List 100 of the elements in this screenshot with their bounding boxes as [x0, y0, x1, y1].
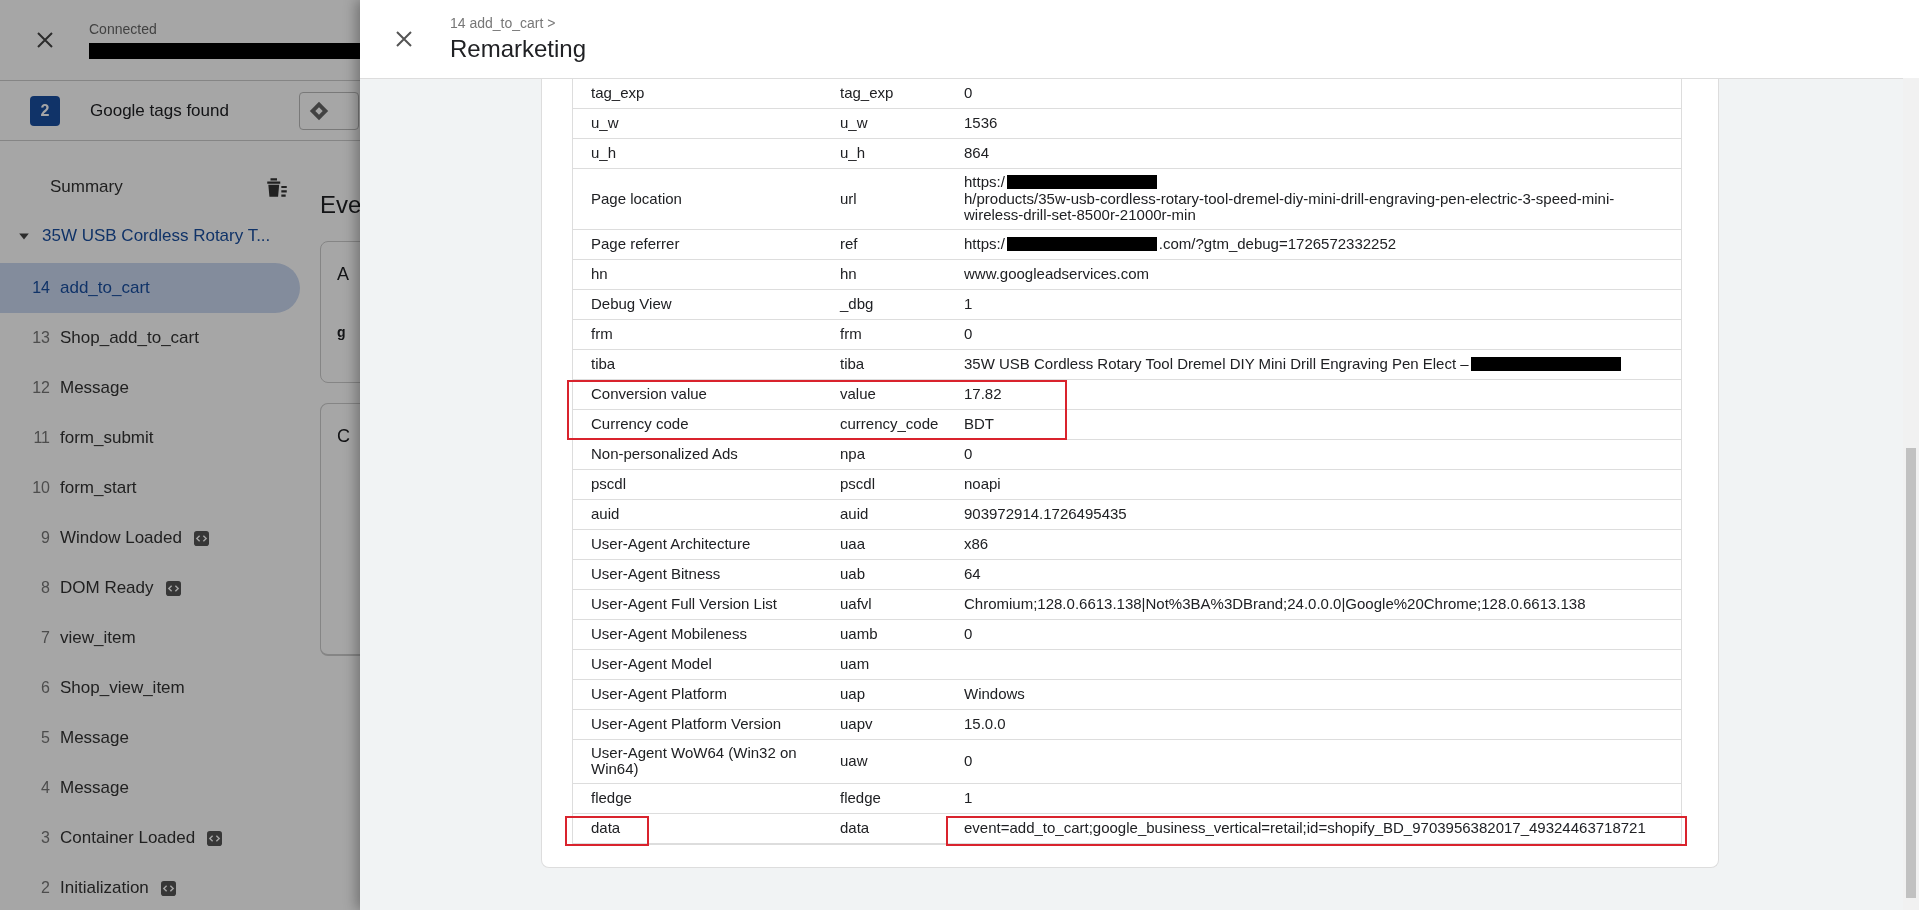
event-item[interactable]: 4 Message	[0, 763, 300, 813]
event-item[interactable]: 2 Initialization	[0, 863, 300, 910]
table-cell: fledge	[573, 783, 836, 814]
event-item[interactable]: 13 Shop_add_to_cart	[0, 313, 300, 363]
drawer-title: Remarketing	[450, 35, 587, 63]
tag-button[interactable]	[298, 91, 359, 130]
event-number: 11	[32, 429, 50, 447]
table-cell: currency_code	[836, 409, 956, 440]
table-cell: frm	[836, 319, 956, 350]
table-cell: auid	[573, 499, 836, 530]
table-cell: Page location	[573, 169, 836, 230]
table-cell: tiba	[836, 349, 956, 380]
table-cell: uam	[836, 649, 956, 680]
table-cell: 1	[956, 783, 1681, 814]
event-number: 10	[31, 479, 50, 497]
event-item[interactable]: 9 Window Loaded	[0, 513, 300, 563]
event-item[interactable]: 3 Container Loaded	[0, 813, 300, 863]
table-cell: tiba	[573, 349, 836, 380]
table-cell: Non-personalized Ads	[573, 439, 836, 470]
table-cell: url	[836, 169, 956, 230]
table-cell: User-Agent Bitness	[573, 559, 836, 590]
table-cell: User-Agent WoW64 (Win32 on Win64)	[573, 739, 836, 784]
event-item[interactable]: 8 DOM Ready	[0, 563, 300, 613]
event-item[interactable]: 12 Message	[0, 363, 300, 413]
table-cell: www.googleadservices.com	[956, 259, 1681, 290]
table-cell: 64	[956, 559, 1681, 590]
table-cell: data	[573, 813, 836, 844]
table-cell: data	[836, 813, 956, 844]
event-label: Shop_add_to_cart	[60, 328, 199, 348]
cell-text: .com/?gtm_debug=1726572332252	[1158, 235, 1397, 253]
table-cell: u_h	[573, 139, 836, 169]
table-cell: 17.82	[956, 379, 1681, 410]
event-label: Container Loaded	[60, 828, 196, 848]
table-cell: fledge	[836, 783, 956, 814]
table-cell: auid	[836, 499, 956, 530]
table-cell: npa	[836, 439, 956, 470]
event-number: 2	[40, 879, 50, 897]
event-item[interactable]: 7 view_item	[0, 613, 300, 663]
table-cell: 0	[956, 319, 1681, 350]
event-item[interactable]: 14 add_to_cart	[0, 263, 300, 313]
card-title: C	[337, 426, 350, 447]
table-cell: 0	[956, 439, 1681, 470]
event-label: form_start	[60, 478, 137, 498]
table-cell: tag_exp	[836, 79, 956, 109]
table-cell: frm	[573, 319, 836, 350]
table-cell: uab	[836, 559, 956, 590]
breadcrumb[interactable]: 14 add_to_cart >	[450, 15, 587, 31]
table-cell: Debug View	[573, 289, 836, 320]
table-cell: uap	[836, 679, 956, 710]
table-cell: Conversion value	[573, 379, 836, 410]
connection-status: Connected	[89, 21, 158, 37]
table-cell: User-Agent Full Version List	[573, 589, 836, 620]
table-cell: uafvl	[836, 589, 956, 620]
event-item[interactable]: 11 form_submit	[0, 413, 300, 463]
table-cell: noapi	[956, 469, 1681, 500]
cell-text: 35W USB Cordless Rotary Tool Dremel DIY Mini Drill Engraving Pen Elect –	[964, 355, 1469, 373]
event-label: add_to_cart	[60, 278, 150, 298]
event-label: Message	[60, 778, 129, 798]
card-text: g	[337, 324, 346, 340]
table-cell: 15.0.0	[956, 709, 1681, 740]
table-cell: 1	[956, 289, 1681, 320]
table-cell: ref	[836, 229, 956, 260]
page-group-label[interactable]: 35W USB Cordless Rotary T...	[42, 226, 271, 246]
diamond-icon	[307, 99, 330, 122]
table-cell: event=add_to_cart;google_business_vertical=retail;id=shopify_BD_9703956382017_49324463718721	[956, 813, 1681, 844]
cell-text: https:/	[964, 235, 1005, 253]
table-cell: 903972914.1726495435	[956, 499, 1681, 530]
event-label: Window Loaded	[60, 528, 182, 548]
event-label: form_submit	[60, 428, 154, 448]
event-label: DOM Ready	[60, 578, 154, 598]
table-cell: User-Agent Platform	[573, 679, 836, 710]
table-cell: u_h	[836, 139, 956, 169]
event-label: Initialization	[60, 878, 149, 898]
table-cell: x86	[956, 529, 1681, 560]
event-item[interactable]: 10 form_start	[0, 463, 300, 513]
table-cell: 0	[956, 739, 1681, 784]
table-cell: uaw	[836, 739, 956, 784]
event-number: 8	[40, 579, 50, 597]
table-cell: 0	[956, 619, 1681, 650]
event-number: 13	[31, 329, 50, 347]
event-item[interactable]: 6 Shop_view_item	[0, 663, 300, 713]
table-cell: 0	[956, 79, 1681, 109]
table-cell: User-Agent Model	[573, 649, 836, 680]
event-label: Message	[60, 728, 129, 748]
table-cell: User-Agent Architecture	[573, 529, 836, 560]
table-cell: tag_exp	[573, 79, 836, 109]
event-item[interactable]: 5 Message	[0, 713, 300, 763]
table-cell: u_w	[836, 109, 956, 139]
table-cell: User-Agent Mobileness	[573, 619, 836, 650]
summary-link[interactable]: Summary	[50, 177, 123, 197]
table-cell: hn	[836, 259, 956, 290]
event-number: 6	[40, 679, 50, 697]
event-label: Shop_view_item	[60, 678, 185, 698]
event-number: 3	[40, 829, 50, 847]
event-number: 12	[31, 379, 50, 397]
scrollbar-thumb[interactable]	[1906, 448, 1916, 898]
table-cell: Page referrer	[573, 229, 836, 260]
tag-count-badge: 2	[30, 95, 60, 126]
event-number: 7	[40, 629, 50, 647]
table-cell: 1536	[956, 109, 1681, 139]
